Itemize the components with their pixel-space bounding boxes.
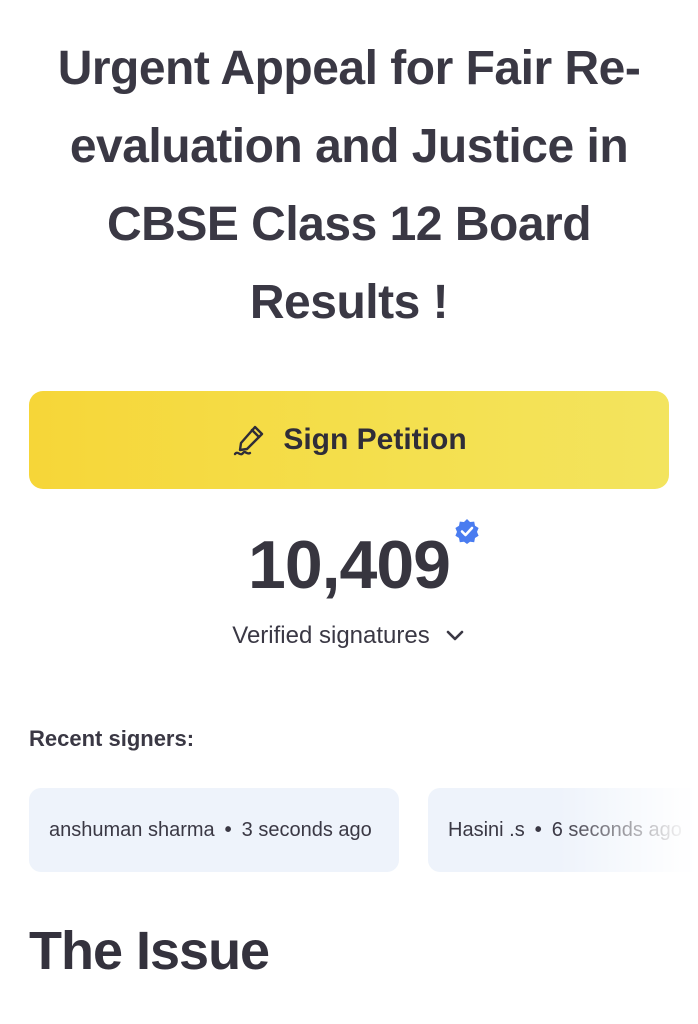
chevron-down-icon	[444, 625, 466, 647]
signer-time: 3 seconds ago	[241, 818, 372, 841]
recent-signers-carousel[interactable]: anshuman sharma • 3 seconds ago Hasini .…	[29, 788, 698, 874]
signature-count: 10,409	[248, 527, 451, 603]
recent-signers-label: Recent signers:	[29, 726, 195, 751]
sign-petition-label: Sign Petition	[283, 423, 467, 456]
sign-petition-button[interactable]: Sign Petition	[29, 391, 669, 489]
signer-name: anshuman sharma	[49, 818, 215, 841]
signature-count-area: 10,409	[0, 520, 698, 610]
petition-title: Urgent Appeal for Fair Re-evaluation and…	[57, 42, 641, 329]
section-heading-the-issue: The Issue	[29, 921, 270, 981]
verified-signatures-toggle[interactable]: Verified signatures	[0, 622, 698, 650]
verified-check-badge-icon	[454, 518, 480, 544]
pen-signature-icon	[231, 421, 269, 459]
signer-separator: •	[534, 818, 542, 841]
verified-signatures-label: Verified signatures	[232, 622, 430, 649]
signer-time: 6 seconds ago	[551, 818, 682, 841]
signer-name: Hasini .s	[448, 818, 525, 841]
signer-card: Hasini .s • 6 seconds ago	[428, 788, 698, 872]
signer-separator: •	[224, 818, 232, 841]
signer-card: anshuman sharma • 3 seconds ago	[29, 788, 399, 872]
